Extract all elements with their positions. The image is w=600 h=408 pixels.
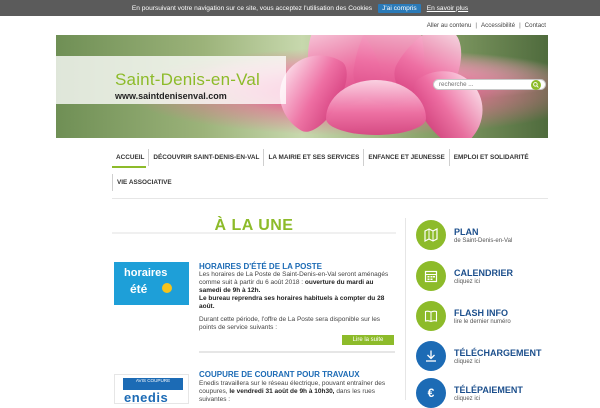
article-title[interactable]: COUPURE DE COURANT POUR TRAVAUX [199,370,360,379]
article-text: Durant cette période, l'offre de La Post… [199,316,381,331]
thumb-text: horaires [124,267,168,279]
quick-link-title: TÉLÉPAIEMENT [454,384,523,395]
map-icon [416,220,446,250]
quick-link-subtitle: lire le dernier numéro [454,318,511,325]
search-input[interactable] [434,81,529,88]
quick-link-plan[interactable]: PLAN de Saint-Denis-en-Val [416,220,512,250]
article-title[interactable]: HORAIRES D'ÉTÉ DE LA POSTE [199,262,322,271]
cookie-more-link[interactable]: En savoir plus [427,5,468,12]
column-divider [405,218,406,400]
cookie-banner: En poursuivant votre navigation sur ce s… [0,0,600,16]
skip-to-content-link[interactable]: Aller au contenu [427,22,472,29]
read-more-button[interactable]: Lire la suite [342,335,394,345]
top-links: Aller au contenu | Accessibilité | Conta… [426,22,546,29]
nav-divider [112,198,548,199]
section-divider [112,232,396,234]
quick-link-title: PLAN [454,226,479,237]
main-nav-row2: VIE ASSOCIATIVE [112,174,176,191]
search-box [433,79,546,90]
nav-item-accueil[interactable]: ACCUEIL [112,149,150,166]
article-body: Enedis travaillera sur le réseau électri… [199,380,395,404]
accessibility-link[interactable]: Accessibilité [481,22,515,29]
quick-link-calendrier[interactable]: CALENDRIER cliquez ici [416,261,513,291]
sun-icon [162,283,172,293]
search-icon[interactable] [531,79,541,90]
quick-link-telechargement[interactable]: TÉLÉCHARGEMENT cliquez ici [416,341,542,371]
thumb-badge: AVIS COUPURE [123,378,183,390]
nav-item-emploi[interactable]: EMPLOI ET SOLIDARITÉ [450,149,533,166]
nav-item-vie-associative[interactable]: VIE ASSOCIATIVE [112,174,176,191]
quick-link-title: FLASH INFO [454,307,508,318]
article-text-bold: le vendredi 31 août de 9h à 10h30, [229,388,335,395]
quick-link-subtitle: cliquez ici [454,278,481,285]
quick-link-subtitle: cliquez ici [454,358,481,365]
nav-item-decouvrir[interactable]: DÉCOUVRIR SAINT-DENIS-EN-VAL [149,149,265,166]
quick-link-telepaiement[interactable]: € TÉLÉPAIEMENT cliquez ici [416,378,523,408]
quick-link-subtitle: cliquez ici [454,395,481,402]
quick-link-title: CALENDRIER [454,267,514,278]
download-icon [416,341,446,371]
book-icon [416,301,446,331]
euro-icon: € [416,378,446,408]
quick-link-flash-info[interactable]: FLASH INFO lire le dernier numéro [416,301,511,331]
cookie-message: En poursuivant votre navigation sur ce s… [131,4,373,12]
site-url: www.saintdenisenval.com [115,91,227,101]
calendar-icon [416,261,446,291]
site-name[interactable]: Saint-Denis-en-Val [115,70,260,90]
nav-item-enfance[interactable]: ENFANCE ET JEUNESSE [364,149,450,166]
nav-item-mairie[interactable]: LA MAIRIE ET SES SERVICES [264,149,365,166]
quick-link-subtitle: de Saint-Denis-en-Val [454,237,513,244]
article-body: Les horaires de La Poste de Saint-Denis-… [199,271,395,332]
cookie-accept-button[interactable]: J'ai compris [378,3,421,13]
article-text-bold: Le bureau reprendra ses horaires habitue… [199,295,385,310]
article-thumbnail[interactable]: horaires été [114,262,189,305]
contact-link[interactable]: Contact [525,22,546,29]
article-divider [199,351,395,353]
thumb-text: été [130,282,148,296]
enedis-logo: enedis [124,390,169,405]
quick-link-title: TÉLÉCHARGEMENT [454,347,542,358]
main-nav: ACCUEIL DÉCOUVRIR SAINT-DENIS-EN-VAL LA … [112,149,548,166]
nav-active-indicator [112,166,146,168]
